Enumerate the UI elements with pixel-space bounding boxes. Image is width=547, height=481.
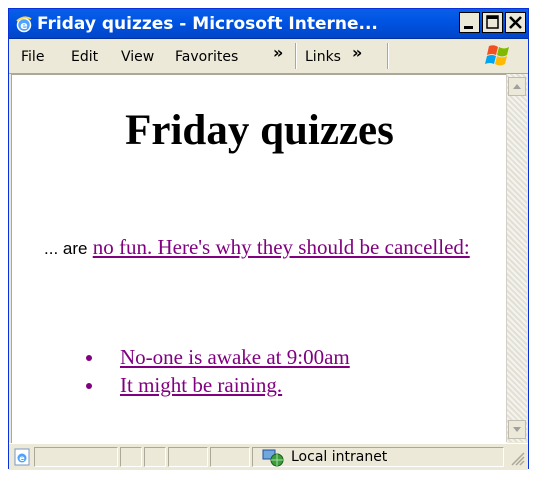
close-button[interactable]: [505, 12, 526, 33]
status-pane-main: [34, 447, 118, 467]
menu-separator: [387, 43, 389, 69]
menu-bar: File Edit View Favorites » Links »: [9, 39, 528, 74]
reason-link[interactable]: No-one is awake at 9:00am: [120, 345, 350, 369]
maximize-button[interactable]: [482, 12, 503, 33]
links-overflow-chevron-icon[interactable]: »: [352, 43, 362, 62]
arrow-up-icon: [513, 84, 521, 89]
maximize-icon: [486, 15, 499, 29]
window-title: Friday quizzes - Microsoft Interne...: [37, 14, 378, 34]
menu-file[interactable]: File: [21, 48, 44, 66]
intro-lead-text: ... are: [44, 239, 88, 258]
scroll-down-button[interactable]: [508, 420, 526, 439]
arrow-down-icon: [513, 427, 521, 432]
intro-paragraph: ... are no fun. Here's why they should b…: [44, 233, 484, 263]
page-heading: Friday quizzes: [125, 107, 394, 154]
menu-favorites[interactable]: Favorites: [175, 48, 238, 66]
resize-grip-icon[interactable]: [509, 450, 525, 466]
status-pane: [144, 447, 166, 467]
menu-view[interactable]: View: [121, 48, 154, 66]
minimize-icon: [464, 26, 473, 29]
status-pane: [168, 447, 208, 467]
list-item: No-one is awake at 9:00am: [86, 343, 350, 371]
status-bar: e Local intranet: [9, 443, 528, 470]
links-toolbar-label[interactable]: Links: [305, 48, 341, 66]
local-intranet-icon: [262, 449, 284, 467]
page-status-icon: e: [14, 448, 30, 466]
list-item: It might be raining.: [86, 371, 350, 399]
scroll-up-button[interactable]: [508, 77, 526, 96]
bullet-icon: [86, 383, 92, 389]
svg-text:e: e: [20, 19, 27, 32]
menu-edit[interactable]: Edit: [71, 48, 98, 66]
bullet-icon: [86, 355, 92, 361]
svg-text:e: e: [19, 454, 25, 463]
reasons-list: No-one is awake at 9:00am It might be ra…: [86, 343, 350, 399]
menu-separator: [295, 43, 297, 69]
internet-explorer-icon: e: [16, 16, 32, 33]
windows-logo-icon: [485, 45, 509, 66]
menu-overflow-chevron-icon[interactable]: »: [273, 43, 283, 62]
title-bar[interactable]: e Friday quizzes - Microsoft Interne...: [9, 9, 528, 39]
close-icon: [509, 16, 522, 29]
intro-link[interactable]: no fun. Here's why they should be cancel…: [93, 235, 470, 259]
browser-window: e Friday quizzes - Microsoft Interne... …: [8, 8, 529, 470]
vertical-scrollbar[interactable]: [506, 74, 527, 442]
status-pane: [210, 447, 250, 467]
page-viewport[interactable]: Friday quizzes ... are no fun. Here's wh…: [11, 74, 507, 443]
reason-link[interactable]: It might be raining.: [120, 373, 282, 397]
minimize-button[interactable]: [459, 12, 480, 33]
status-pane: [120, 447, 142, 467]
security-zone-label: Local intranet: [291, 449, 388, 465]
